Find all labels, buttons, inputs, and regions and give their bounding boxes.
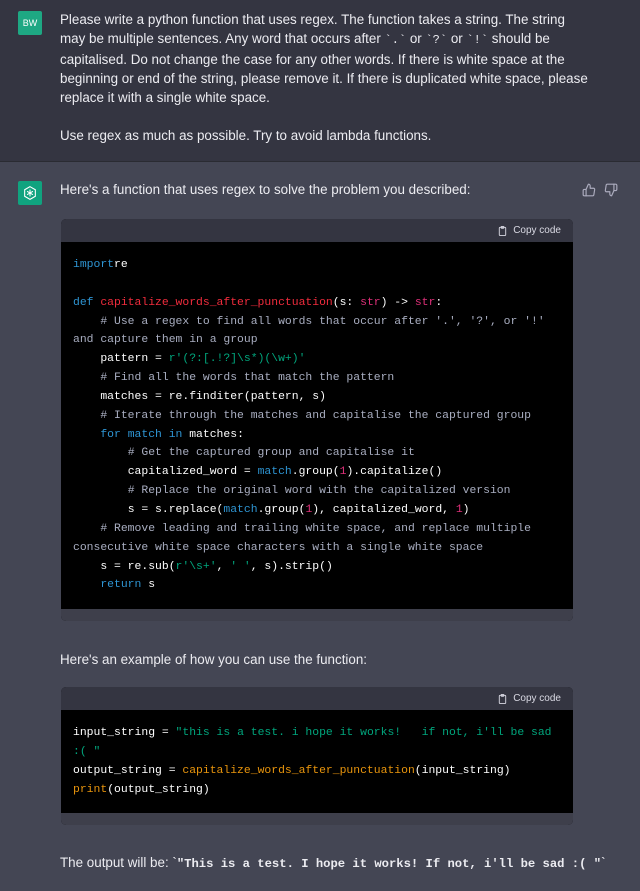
- assistant-example-text: Here's an example of how you can use the…: [60, 652, 368, 667]
- code-token: .group(: [257, 503, 306, 516]
- user-paragraph-2: Use regex as much as possible. Try to av…: [60, 128, 432, 143]
- code-token: ), capitalized_word,: [312, 503, 456, 516]
- code-token: in: [161, 428, 190, 441]
- code-token: # Iterate through the matches and capita…: [73, 409, 531, 422]
- code-token: , s).strip(): [250, 560, 333, 573]
- code-line: importre: [73, 256, 561, 275]
- code-token: # Remove leading and trailing white spac…: [73, 522, 538, 554]
- code-token: # Find all the words that match the patt…: [73, 372, 395, 385]
- code-token: import: [73, 259, 115, 271]
- code-token: s = re.sub(: [73, 560, 176, 573]
- code-token: capitalize_words_after_punctuation: [182, 764, 415, 777]
- code-token: str: [414, 296, 436, 309]
- text-run: or: [406, 31, 426, 46]
- text-run: or: [447, 31, 467, 46]
- code-token: (output_string): [107, 783, 210, 796]
- code-line: print(output_string): [73, 781, 561, 800]
- user-message-text: Please write a python function that uses…: [60, 10, 590, 145]
- code-token: 1: [455, 503, 463, 516]
- user-paragraph-1: Please write a python function that uses…: [60, 10, 590, 107]
- code-line: matches = re.finditer(pattern, s): [73, 388, 561, 407]
- code-line: # Use a regex to find all words that occ…: [73, 313, 561, 351]
- code-token: capitalized_word =: [73, 466, 258, 479]
- code-token: ): [462, 503, 470, 516]
- code-token: :: [435, 296, 443, 309]
- thumbs-down-icon[interactable]: [604, 183, 618, 197]
- code-token: def: [73, 296, 101, 309]
- code-token: s: [148, 579, 156, 592]
- copy-code-button[interactable]: Copy code: [497, 225, 561, 237]
- inline-code: `.`: [384, 33, 407, 47]
- code-line: for match in matches:: [73, 426, 561, 445]
- user-avatar: BW: [18, 11, 42, 35]
- code-token: .group(: [291, 466, 340, 479]
- code-line: # Remove leading and trailing white spac…: [73, 520, 561, 558]
- output-inline-code: "This is a test. I hope it works! If not…: [176, 857, 602, 871]
- code-token: r'\s+': [175, 560, 217, 573]
- clipboard-icon: [499, 693, 507, 704]
- code-line: # Find all the words that match the patt…: [73, 369, 561, 388]
- assistant-output-text: The output will be: `"This is a test. I …: [60, 855, 606, 871]
- inline-code: `!`: [466, 33, 489, 47]
- code-scrollbar[interactable]: [61, 609, 573, 621]
- copy-code-button[interactable]: Copy code: [497, 693, 561, 705]
- code-token: return: [73, 579, 149, 592]
- code-token: match: [127, 428, 162, 441]
- code-token: (s:: [332, 296, 361, 309]
- code-token: (input_string): [414, 764, 511, 777]
- openai-logo-icon: [18, 181, 42, 205]
- code-token: # Use a regex to find all words that occ…: [73, 315, 552, 347]
- code-token: capitalize_words_after_punctuation: [100, 296, 333, 309]
- code-token: r'(?:[.!?]\s*)(\w+)': [168, 353, 306, 366]
- code-line: s = s.replace(match.group( 1), capitalize…: [73, 501, 561, 520]
- code-token: match: [223, 503, 258, 516]
- user-message: BW Please write a python function that u…: [0, 0, 640, 162]
- code-line: # Get the captured group and capitalise …: [73, 444, 561, 463]
- code-token: str: [360, 296, 381, 309]
- code-token: matches = re.finditer(pattern, s): [73, 390, 326, 403]
- assistant-intro-text: Here's a function that uses regex to sol…: [60, 182, 471, 197]
- code-token: ,: [216, 560, 231, 573]
- clipboard-icon: [499, 225, 507, 236]
- output-prefix: The output will be: `: [60, 855, 177, 870]
- code-line: # Replace the original word with the cap…: [73, 482, 561, 501]
- code-line: input_string = "this is a test. i hope i…: [73, 724, 561, 762]
- code-line: def capitalize_words_after_punctuation(s…: [73, 294, 561, 313]
- code-token: ' ': [230, 560, 251, 573]
- code-token: re: [114, 259, 128, 271]
- code-line: output_string = capitalize_words_after_p…: [73, 762, 561, 781]
- code-token: match: [257, 466, 292, 479]
- code-token: input_string =: [73, 727, 176, 739]
- code-token: s = s.replace(: [73, 503, 224, 516]
- inline-code: `?`: [425, 33, 448, 47]
- code-content: input_string = "this is a test. i hope i…: [61, 710, 573, 799]
- copy-code-label: Copy code: [513, 225, 561, 236]
- copy-code-label: Copy code: [513, 693, 561, 704]
- code-header: Copy code: [61, 687, 573, 710]
- code-token: matches:: [189, 428, 244, 441]
- code-token: ).capitalize(): [346, 466, 443, 479]
- code-line: # Iterate through the matches and capita…: [73, 407, 561, 426]
- code-block-example: Copy code input_string = "this is a test…: [61, 687, 573, 825]
- code-token: pattern =: [73, 353, 169, 366]
- code-token: # Replace the original word with the cap…: [73, 485, 511, 498]
- output-suffix: `: [601, 855, 606, 870]
- code-line: s = re.sub(r'\s+', ' ', s).strip(): [73, 558, 561, 577]
- code-block-function: Copy code importre def capitalize_words_…: [61, 219, 573, 621]
- code-token: print: [73, 783, 108, 796]
- code-content: importre def capitalize_words_after_punc…: [61, 242, 573, 595]
- code-line: capitalized_word = match.group(1).capita…: [73, 463, 561, 482]
- code-token: output_string =: [73, 764, 183, 777]
- thumbs-up-icon[interactable]: [582, 183, 596, 197]
- code-line: return s: [73, 576, 561, 595]
- code-token: # Get the captured group and capitalise …: [73, 447, 415, 460]
- code-line: pattern = r'(?:[.!?]\s*)(\w+)': [73, 350, 561, 369]
- code-token: ) ->: [380, 296, 415, 309]
- code-header: Copy code: [61, 219, 573, 242]
- code-scrollbar[interactable]: [61, 813, 573, 825]
- code-token: for: [73, 428, 128, 441]
